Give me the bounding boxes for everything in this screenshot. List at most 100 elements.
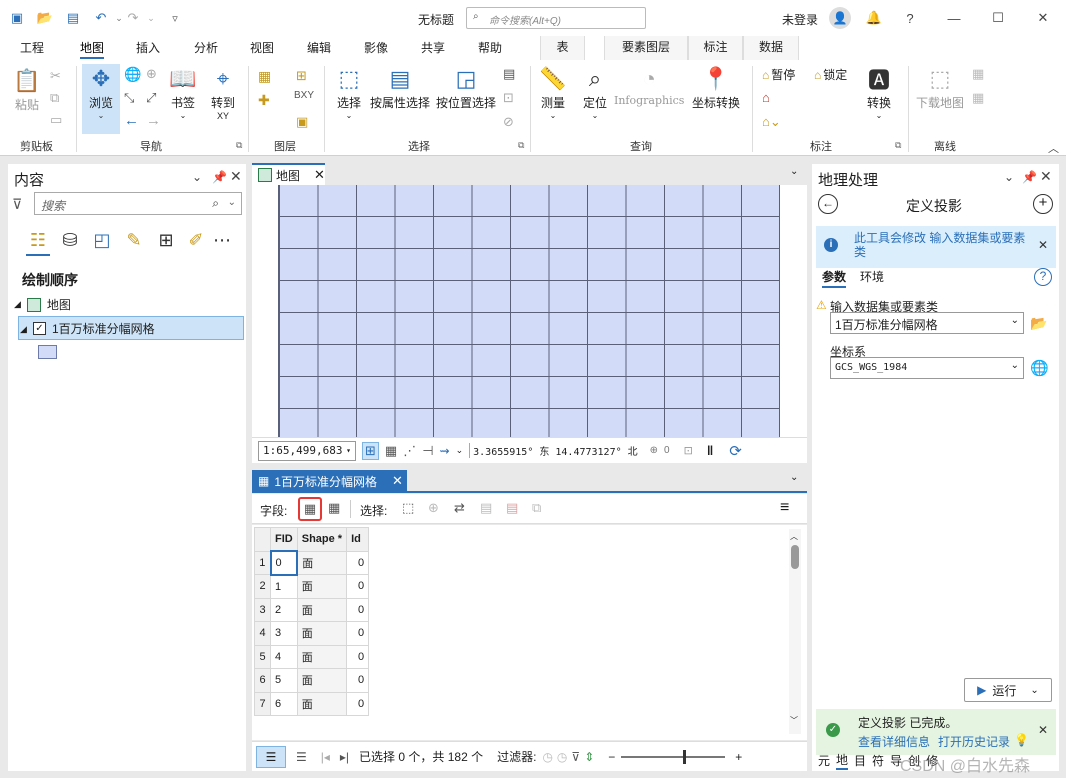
pause-labeling-button[interactable]: ⌂ 暂停: [762, 66, 795, 83]
pane-options-icon[interactable]: ⌄: [1004, 170, 1014, 184]
pane-options-icon[interactable]: ⌄: [192, 170, 202, 184]
table-row[interactable]: 10面0: [254, 550, 370, 576]
tab-edit[interactable]: 编辑: [307, 39, 331, 59]
tab-feature-layer[interactable]: 要素图层: [604, 36, 688, 60]
column-header-shape[interactable]: Shape *: [296, 527, 348, 552]
cell-id[interactable]: 0: [346, 644, 370, 669]
bookmarks-button[interactable]: 📖 书签 ⌄: [168, 64, 198, 120]
chevron-down-icon[interactable]: ⌄: [456, 445, 464, 456]
select-all-corner[interactable]: [254, 527, 271, 552]
save-icon[interactable]: ▤: [64, 9, 82, 27]
row-number[interactable]: 3: [254, 597, 271, 622]
cell-id[interactable]: 0: [346, 597, 370, 622]
cell-fid[interactable]: 4: [270, 644, 298, 669]
select-by-attribute-button[interactable]: ▤ 按属性选择: [370, 64, 430, 111]
more-labeling-icon[interactable]: ⌂⌄: [762, 114, 781, 130]
undo-icon[interactable]: ↶: [92, 9, 110, 27]
zoom-in-icon[interactable]: +: [735, 750, 742, 764]
tab-parameters[interactable]: 参数: [822, 268, 847, 288]
run-button[interactable]: ▶ 运行 ⌄: [964, 678, 1052, 702]
next-extent-icon[interactable]: →: [146, 112, 161, 129]
cell-id[interactable]: 0: [346, 574, 370, 599]
convert-coordinates-button[interactable]: 📍 坐标转换: [692, 64, 740, 111]
copy-selection-icon[interactable]: ⧉: [532, 500, 541, 516]
zoom-to-selection-icon[interactable]: ⊕: [428, 500, 439, 516]
scale-selector[interactable]: 1:65,499,683 ▾: [258, 440, 356, 461]
expand-arrow-icon[interactable]: ◢: [14, 299, 21, 310]
cell-fid[interactable]: 2: [270, 597, 298, 622]
tab-table[interactable]: 表: [540, 36, 585, 60]
map-canvas[interactable]: [252, 185, 807, 437]
grid-icon[interactable]: ▦: [385, 443, 397, 459]
maximize-icon[interactable]: ☐: [988, 8, 1008, 28]
scroll-thumb[interactable]: [791, 545, 799, 569]
row-number[interactable]: 2: [254, 574, 271, 599]
tree-map-node[interactable]: ◢ 地图: [14, 296, 71, 313]
list-by-drawing-order-icon[interactable]: ☷: [26, 228, 50, 252]
constraints-icon[interactable]: ⊣: [422, 443, 433, 459]
table-row[interactable]: 54面0: [254, 644, 370, 669]
cell-shape[interactable]: 面: [296, 597, 348, 622]
last-record-icon[interactable]: ▸|: [340, 750, 349, 764]
notification-bell-icon[interactable]: 🔔: [864, 8, 884, 28]
lock-labeling-button[interactable]: ⌂ 锁定: [814, 66, 847, 83]
cell-fid[interactable]: 6: [270, 691, 298, 716]
login-status[interactable]: 未登录: [782, 11, 818, 28]
chevron-down-icon[interactable]: ⌄: [790, 472, 798, 483]
select-button[interactable]: ⬚ 选择 ⌄: [334, 64, 364, 120]
info-message[interactable]: 此工具会修改 输入数据集或要素类: [854, 231, 1034, 259]
cell-fid[interactable]: 1: [270, 574, 298, 599]
basemap-icon[interactable]: ▦: [258, 68, 271, 85]
tab-analysis[interactable]: 分析: [194, 39, 218, 59]
close-tab-icon[interactable]: ✕: [392, 473, 403, 489]
avatar[interactable]: 👤: [829, 7, 851, 29]
pin-icon[interactable]: 📌: [1022, 170, 1037, 184]
zoom-to-selection-icon[interactable]: ⊡: [503, 90, 514, 106]
cell-shape[interactable]: 面: [296, 621, 348, 646]
refresh-disabled-icon[interactable]: ⊡: [684, 444, 693, 457]
convert-labels-button[interactable]: 🅰 转换 ⌄: [864, 64, 894, 120]
show-all-records-icon[interactable]: ☰: [256, 745, 286, 768]
select-by-attribute-icon[interactable]: ⬚: [402, 500, 414, 516]
row-number[interactable]: 1: [254, 550, 271, 575]
row-number[interactable]: 6: [254, 668, 271, 693]
sync-arrows-icon[interactable]: ⇕: [584, 750, 594, 764]
row-number[interactable]: 7: [254, 691, 271, 716]
layer-row[interactable]: ✓ 1百万标准分幅网格: [18, 316, 244, 340]
close-pane-icon[interactable]: ✕: [230, 168, 242, 185]
input-dataset-select[interactable]: 1百万标准分幅网格 ⌄: [830, 312, 1024, 334]
zoom-out-fixed-icon[interactable]: ⤢: [146, 90, 156, 106]
add-layer-icon[interactable]: ✚: [258, 92, 270, 109]
show-selected-records-icon[interactable]: ☰: [296, 750, 307, 764]
attribute-table-tab[interactable]: ▦ 1百万标准分幅网格 ✕: [252, 470, 407, 492]
switch-selection-icon[interactable]: ⇄: [454, 500, 465, 516]
layer-expand-arrow-icon[interactable]: ◢: [20, 324, 27, 335]
labeling-launcher-icon[interactable]: ⧉: [895, 140, 901, 151]
table-row[interactable]: 21面0: [254, 574, 370, 599]
cell-fid[interactable]: 3: [270, 621, 298, 646]
cell-fid[interactable]: 5: [270, 668, 298, 693]
add-tool-icon[interactable]: +: [1033, 194, 1053, 214]
close-pane-icon[interactable]: ✕: [1040, 168, 1052, 185]
list-by-labeling-icon[interactable]: ✐: [184, 228, 208, 252]
help-icon[interactable]: ?: [900, 8, 920, 28]
full-extent-icon[interactable]: 🌐: [124, 66, 141, 83]
goto-xy-button[interactable]: ⌖ 转到 XY: [208, 64, 238, 121]
add-preset-icon[interactable]: ▣: [296, 114, 308, 130]
tab-geoprocessing[interactable]: 地: [836, 751, 849, 770]
customize-toolbar-icon[interactable]: ▿: [166, 9, 184, 27]
infographics-button[interactable]: ◔ Infographics: [614, 64, 684, 107]
redo-icon[interactable]: ↷: [124, 9, 142, 27]
table-row[interactable]: 76面0: [254, 691, 370, 716]
tab-symbology[interactable]: 符: [872, 752, 884, 769]
table-row[interactable]: 43面0: [254, 621, 370, 646]
tab-catalog-view[interactable]: 目: [854, 752, 866, 769]
clear-selection-icon[interactable]: ⊘: [503, 114, 514, 130]
list-by-data-source-icon[interactable]: ⛁: [58, 228, 82, 252]
tab-insert[interactable]: 插入: [136, 39, 160, 59]
explore-button[interactable]: ✥ 浏览 ⌄: [82, 64, 120, 134]
correction-icon[interactable]: ⋰: [403, 443, 416, 459]
close-banner-icon[interactable]: ✕: [1038, 723, 1048, 737]
clear-selection-icon[interactable]: ▤: [480, 500, 492, 516]
chevron-down-icon[interactable]: ⌄: [790, 166, 798, 177]
